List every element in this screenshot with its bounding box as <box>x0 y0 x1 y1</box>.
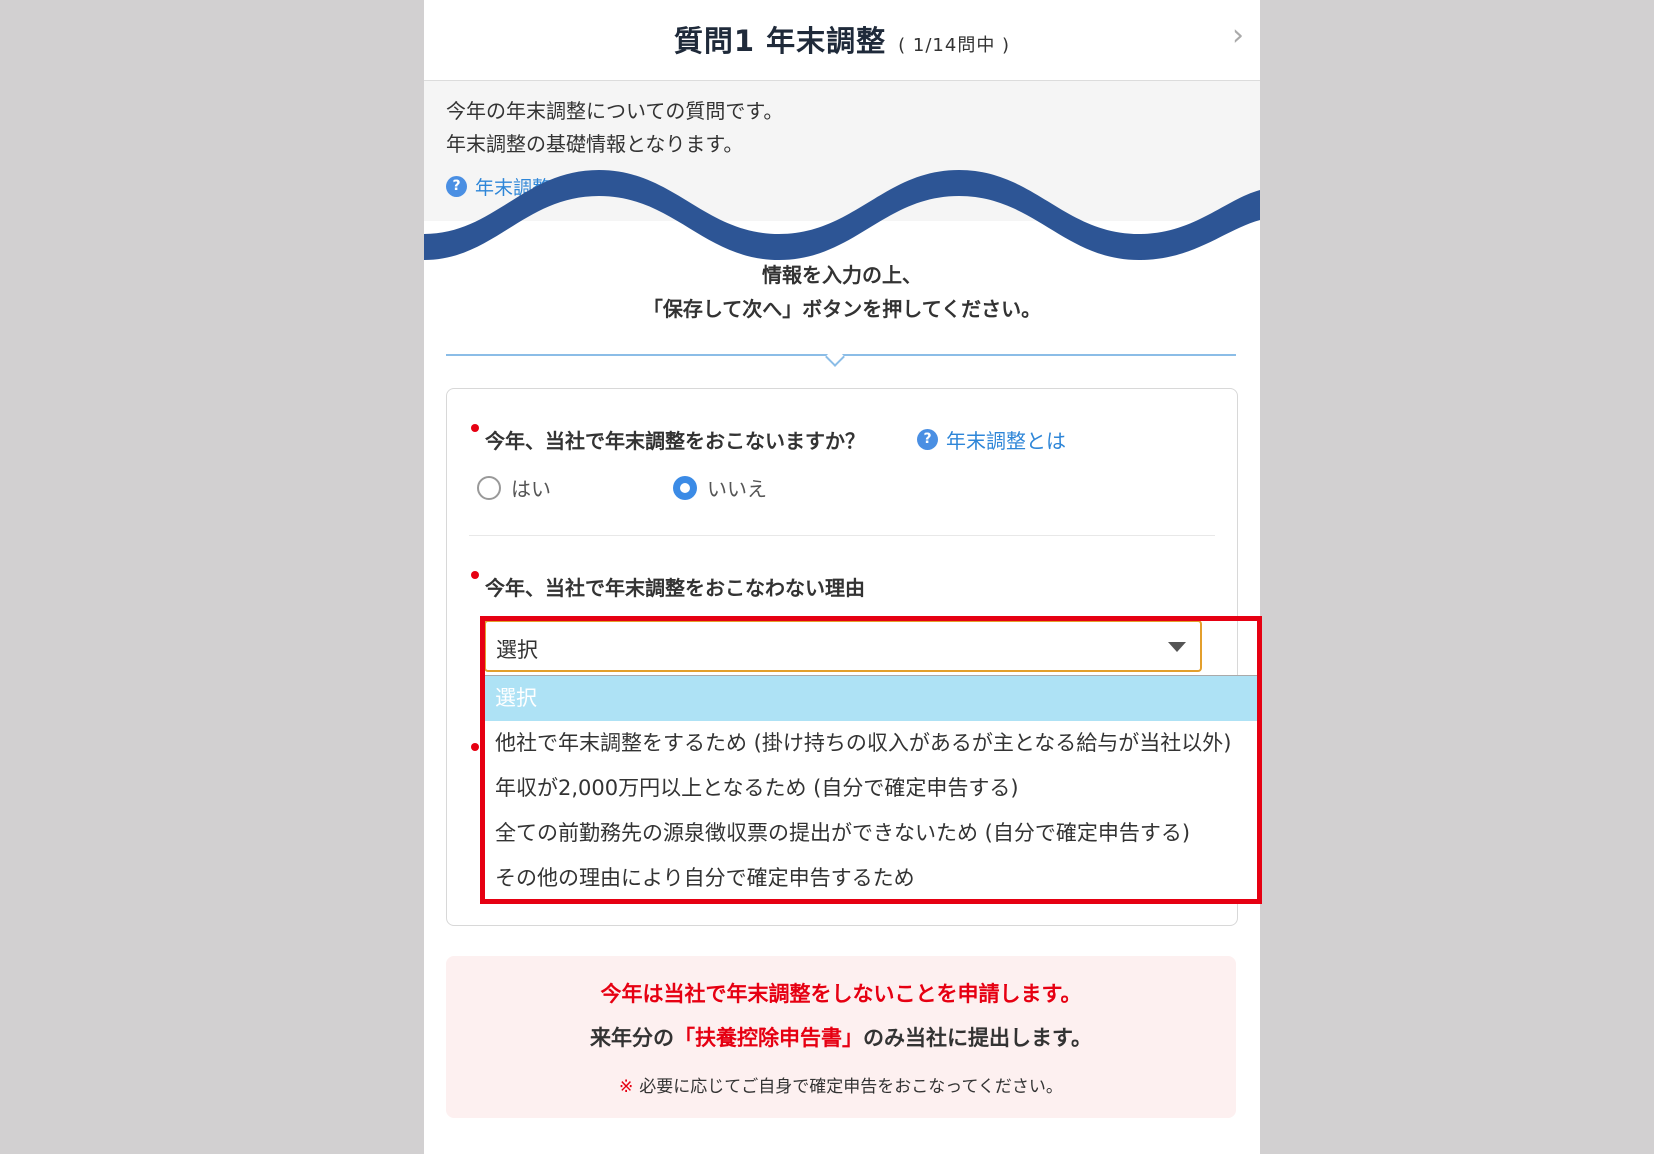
notice-line-2-pre: 来年分の <box>590 1026 675 1050</box>
question-1-label: 今年、当社で年末調整をおこないますか？ <box>485 429 865 453</box>
header: 質問1 年末調整 ( 1/14問中 ) › <box>424 0 1260 81</box>
instruction-line-1: 情報を入力の上、 <box>762 263 922 287</box>
app-screen: 質問1 年末調整 ( 1/14問中 ) › 今年の年末調整についての質問です。 年… <box>424 0 1260 1154</box>
reason-select-value: 選択 <box>496 638 538 662</box>
wave-decoration <box>424 170 1260 260</box>
radio-no-circle[interactable] <box>673 475 697 500</box>
required-mark <box>471 424 479 432</box>
dropdown-option[interactable]: 全ての前勤務先の源泉徴収票の提出ができないため (自分で確定申告する) <box>485 811 1259 856</box>
notice-panel: 今年は当社で年末調整をしないことを申請します。 来年分の「扶養控除申告書」のみ当… <box>446 956 1236 1118</box>
notice-line-2-highlight: 「扶養控除申告書」 <box>674 1026 864 1050</box>
dropdown-option[interactable]: 選択 <box>485 676 1259 721</box>
dropdown-option[interactable]: その他の理由により自分で確定申告するため <box>485 856 1259 901</box>
dropdown-option[interactable]: 他社で年末調整をするため (掛け持ちの収入があるが主となる給与が当社以外) <box>485 721 1259 766</box>
reason-dropdown-list: 選択 他社で年末調整をするため (掛け持ちの収入があるが主となる給与が当社以外)… <box>484 675 1260 903</box>
page-title: 質問1 年末調整 ( 1/14問中 ) <box>424 18 1260 60</box>
notice-line-2-post: のみ当社に提出します。 <box>863 1026 1092 1050</box>
radio-no-label: いいえ <box>707 477 767 501</box>
notice-line-3-text: 必要に応じてご自身で確定申告をおこなってください。 <box>639 1077 1063 1097</box>
caret-down-icon[interactable] <box>1168 642 1186 652</box>
required-mark <box>471 571 479 579</box>
question-icon: ? <box>917 429 938 450</box>
notice-line-1: 今年は当社で年末調整をしないことを申請します。 <box>600 982 1082 1006</box>
question-1-help-label: 年末調整とは <box>946 429 1066 453</box>
instruction-text: 情報を入力の上、 「保存して次へ」ボタンを押してください。 <box>424 258 1260 326</box>
question-count: ( 1/14問中 ) <box>898 35 1011 56</box>
required-mark <box>471 743 479 751</box>
instruction-line-2: 「保存して次へ」ボタンを押してください。 <box>642 297 1042 321</box>
intro-line-2: 年末調整の基礎情報となります。 <box>446 132 744 156</box>
radio-yes[interactable]: はい <box>477 473 551 502</box>
intro-line-1: 今年の年末調整についての質問です。 <box>446 99 784 123</box>
notice-line-2: 来年分の「扶養控除申告書」のみ当社に提出します。 <box>446 1022 1236 1052</box>
chevron-right-icon[interactable]: › <box>1232 18 1244 53</box>
card-separator <box>469 535 1215 536</box>
radio-yes-circle[interactable] <box>477 475 501 500</box>
reason-select[interactable]: 選択 <box>484 620 1202 672</box>
notice-line-3: ※ 必要に応じてご自身で確定申告をおこなってください。 <box>446 1072 1236 1097</box>
radio-no[interactable]: いいえ <box>673 473 767 502</box>
page-title-text: 質問1 年末調整 <box>673 24 887 58</box>
radio-yes-label: はい <box>511 477 551 501</box>
intro-text: 今年の年末調整についての質問です。 年末調整の基礎情報となります。 <box>446 95 783 161</box>
question-1-help-link[interactable]: ? 年末調整とは <box>917 425 1066 454</box>
divider-notch <box>825 347 845 367</box>
notice-mark: ※ <box>619 1077 634 1097</box>
question-2-label: 今年、当社で年末調整をおこなわない理由 <box>485 576 865 600</box>
dropdown-option[interactable]: 年収が2,000万円以上となるため (自分で確定申告する) <box>485 766 1259 811</box>
